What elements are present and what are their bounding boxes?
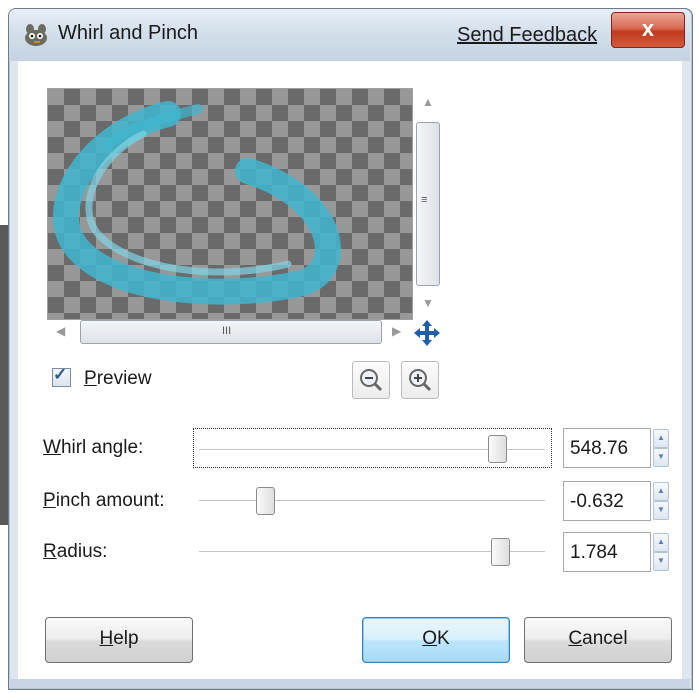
radius-label: Radius: <box>43 541 108 562</box>
whirl-angle-label: Whirl angle: <box>43 437 144 458</box>
pinch-amount-increment[interactable]: ▲ <box>653 482 669 501</box>
window-bottom-border <box>9 679 690 688</box>
radius-decrement[interactable]: ▼ <box>653 552 669 571</box>
whirl-angle-value: 548.76 <box>570 438 629 459</box>
move-arrows-icon[interactable] <box>412 318 442 348</box>
window-title: Whirl and Pinch <box>58 22 199 44</box>
scroll-up-icon[interactable]: ▲ <box>422 95 434 109</box>
zoom-in-icon <box>409 369 432 392</box>
send-feedback-link[interactable]: Send Feedback <box>457 24 597 47</box>
whirl-angle-increment[interactable]: ▲ <box>653 429 669 448</box>
whirl-angle-input[interactable]: 548.76 <box>563 428 651 468</box>
vertical-grip-icon: ≡ <box>421 194 428 206</box>
pinch-amount-track[interactable] <box>199 500 545 501</box>
radius-slider[interactable] <box>491 538 511 566</box>
close-icon: x <box>641 16 655 41</box>
preview-label: Preview <box>84 368 152 389</box>
pinch-amount-label: Pinch amount: <box>43 490 165 511</box>
whirl-angle-decrement[interactable]: ▼ <box>653 448 669 467</box>
horizontal-grip-icon: III <box>222 325 232 337</box>
pinch-amount-slider[interactable] <box>255 487 275 515</box>
preview-canvas[interactable] <box>47 88 413 320</box>
pinch-amount-decrement[interactable]: ▼ <box>653 501 669 520</box>
scroll-left-icon[interactable]: ◀ <box>56 324 65 338</box>
checkmark-icon: ✓ <box>53 365 68 384</box>
gimp-wilber-icon <box>25 24 47 46</box>
pinch-amount-value: -0.632 <box>570 491 624 512</box>
scroll-right-icon[interactable]: ▶ <box>392 324 401 338</box>
pinch-amount-input[interactable]: -0.632 <box>563 481 651 521</box>
ok-button[interactable]: OK <box>362 617 510 663</box>
whirl-angle-slider[interactable] <box>487 435 507 463</box>
close-button[interactable]: x <box>611 12 685 48</box>
help-button[interactable]: Help <box>45 617 193 663</box>
vertical-scrollbar-thumb[interactable] <box>416 122 440 286</box>
zoom-out-icon <box>360 369 383 392</box>
radius-input[interactable]: 1.784 <box>563 532 651 572</box>
radius-increment[interactable]: ▲ <box>653 533 669 552</box>
zoom-in-button[interactable] <box>401 361 439 399</box>
zoom-out-button[interactable] <box>352 361 390 399</box>
scroll-down-icon[interactable]: ▼ <box>422 296 434 310</box>
whirl-preview-image <box>53 101 341 305</box>
cancel-button[interactable]: Cancel <box>524 617 672 663</box>
radius-value: 1.784 <box>570 542 618 563</box>
